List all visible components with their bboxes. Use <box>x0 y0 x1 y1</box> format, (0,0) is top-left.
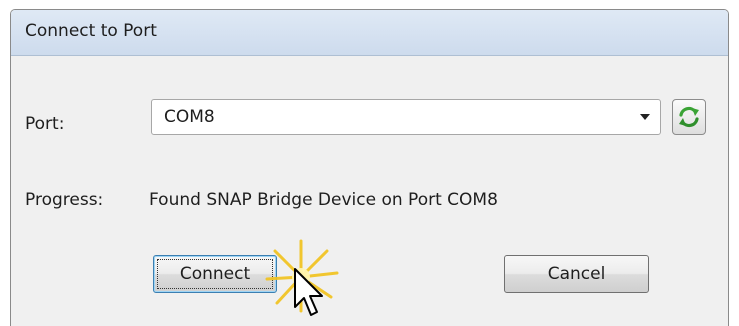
port-select[interactable]: COM8 <box>151 99 661 135</box>
connect-button[interactable]: Connect <box>153 255 277 293</box>
connect-button-label: Connect <box>179 264 251 284</box>
mouse-pointer-icon <box>294 268 323 316</box>
port-select-value: COM8 <box>164 107 215 127</box>
dialog-title: Connect to Port <box>25 21 157 41</box>
progress-message: Found SNAP Bridge Device on Port COM8 <box>149 190 498 210</box>
progress-label: Progress: <box>25 190 104 210</box>
title-bar: Connect to Port <box>11 10 728 56</box>
refresh-ports-button[interactable] <box>672 99 706 135</box>
cancel-button-label: Cancel <box>547 264 606 284</box>
port-label: Port: <box>25 114 65 134</box>
connect-dialog: Connect to Port Port: COM8 Progress: Fou… <box>10 9 729 326</box>
chevron-down-icon[interactable] <box>640 114 650 120</box>
refresh-icon <box>679 106 699 128</box>
cancel-button[interactable]: Cancel <box>504 255 649 293</box>
